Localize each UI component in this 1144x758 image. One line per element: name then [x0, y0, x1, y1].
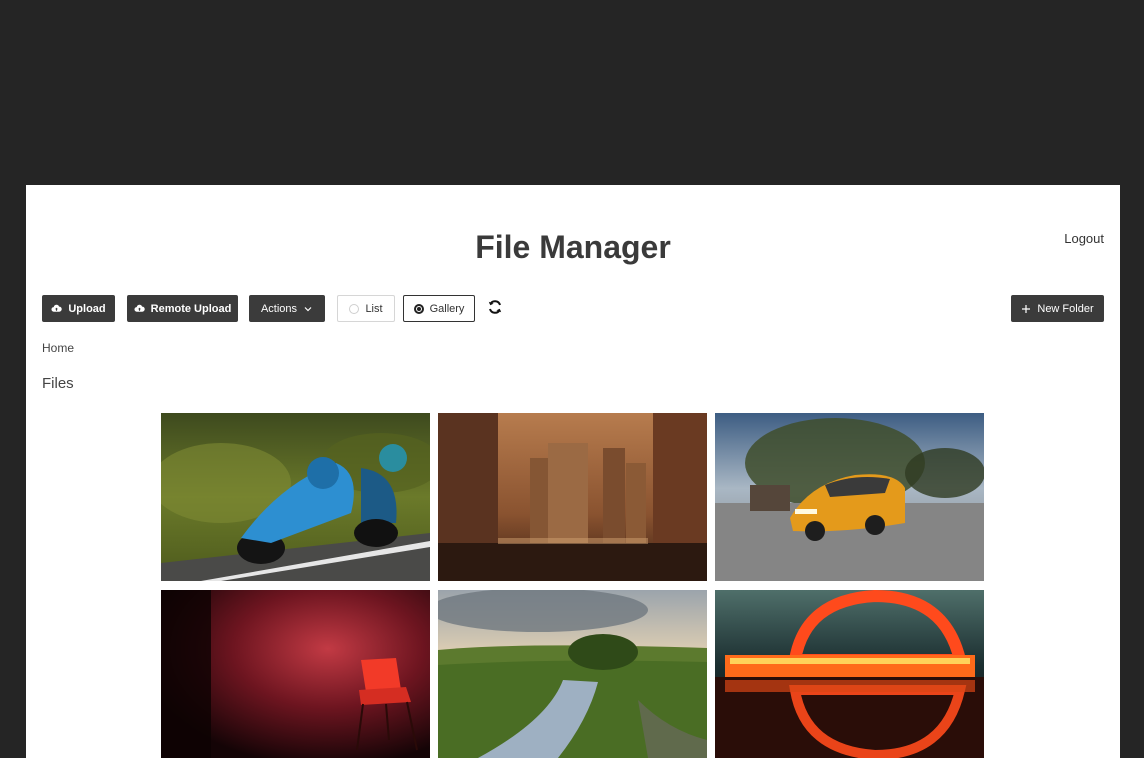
gallery-label: Gallery	[429, 302, 465, 315]
gallery-item-neon-building[interactable]	[715, 590, 984, 758]
file-manager-panel: File Manager Logout Upload Remote Upload…	[26, 185, 1120, 758]
upload-label: Upload	[68, 302, 106, 315]
breadcrumb-home[interactable]: Home	[42, 341, 74, 355]
gallery-view-toggle[interactable]: Gallery	[403, 295, 475, 322]
files-section-title: Files	[42, 375, 74, 392]
new-folder-label: New Folder	[1037, 302, 1094, 315]
gallery-item-city[interactable]	[438, 413, 707, 581]
motorcycle-thumbnail	[161, 413, 430, 581]
remote-upload-button[interactable]: Remote Upload	[127, 295, 238, 322]
red-chair-thumbnail	[161, 590, 430, 758]
gallery-item-motorcycle[interactable]	[161, 413, 430, 581]
chevron-down-icon	[304, 306, 312, 311]
list-label: List	[365, 302, 383, 315]
cloud-upload-icon	[134, 304, 145, 312]
plus-icon	[1022, 304, 1031, 313]
radio-checked-icon	[413, 303, 424, 314]
page-title: File Manager	[475, 229, 671, 265]
river-thumbnail	[438, 590, 707, 758]
radio-unchecked-icon	[349, 303, 360, 314]
file-gallery	[161, 413, 984, 758]
actions-dropdown[interactable]: Actions	[249, 295, 325, 322]
gallery-item-car[interactable]	[715, 413, 984, 581]
gallery-item-river[interactable]	[438, 590, 707, 758]
cloud-upload-icon	[51, 304, 63, 312]
list-view-toggle[interactable]: List	[337, 295, 395, 322]
car-thumbnail	[715, 413, 984, 581]
gallery-item-red-chair[interactable]	[161, 590, 430, 758]
refresh-icon[interactable]	[486, 298, 504, 316]
remote-upload-label: Remote Upload	[150, 302, 232, 315]
new-folder-button[interactable]: New Folder	[1011, 295, 1104, 322]
neon-building-thumbnail	[715, 590, 984, 758]
city-thumbnail	[438, 413, 707, 581]
actions-label: Actions	[260, 302, 298, 315]
logout-link[interactable]: Logout	[1064, 231, 1104, 246]
upload-button[interactable]: Upload	[42, 295, 115, 322]
